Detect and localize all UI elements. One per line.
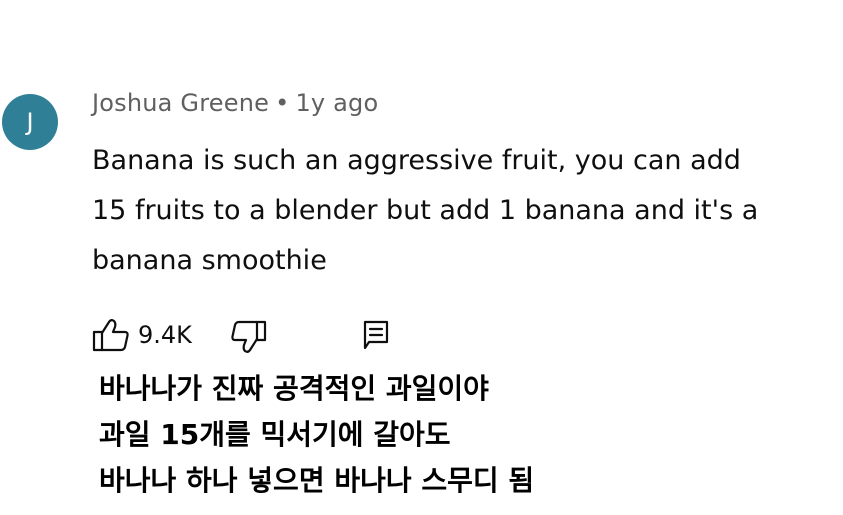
thumbs-up-icon[interactable] (92, 318, 130, 352)
thumbs-down-icon[interactable] (231, 320, 267, 354)
comment-card: J Joshua Greene • 1y ago Banana is such an… (0, 0, 843, 515)
comment-text: Banana is such an aggressive fruit, you … (92, 136, 832, 286)
caption-line: 바나나 하나 넣으면 바나나 스무디 됨 (99, 464, 535, 497)
korean-caption: 바나나가 진짜 공격적인 과일이야 과일 15개를 믹서기에 갈아도 바나나 하… (99, 366, 534, 504)
avatar-letter: J (26, 108, 34, 136)
author-name[interactable]: Joshua Greene (92, 89, 269, 117)
caption-line: 바나나가 진짜 공격적인 과일이야 (99, 372, 489, 405)
comment-text-line: banana smoothie (92, 245, 327, 276)
comment-text-line: 15 fruits to a blender but add 1 banana … (92, 195, 759, 226)
comment-reply-icon[interactable] (363, 320, 389, 350)
avatar[interactable]: J (2, 94, 58, 150)
like-count: 9.4K (138, 321, 192, 349)
comment-actions: 9.4K (92, 316, 412, 356)
meta-separator: • (275, 89, 290, 117)
comment-timestamp[interactable]: 1y ago (295, 89, 378, 117)
caption-line: 과일 15개를 믹서기에 갈아도 (99, 418, 451, 451)
comment-text-line: Banana is such an aggressive fruit, you … (92, 145, 741, 176)
comment-meta: Joshua Greene • 1y ago (92, 89, 378, 117)
